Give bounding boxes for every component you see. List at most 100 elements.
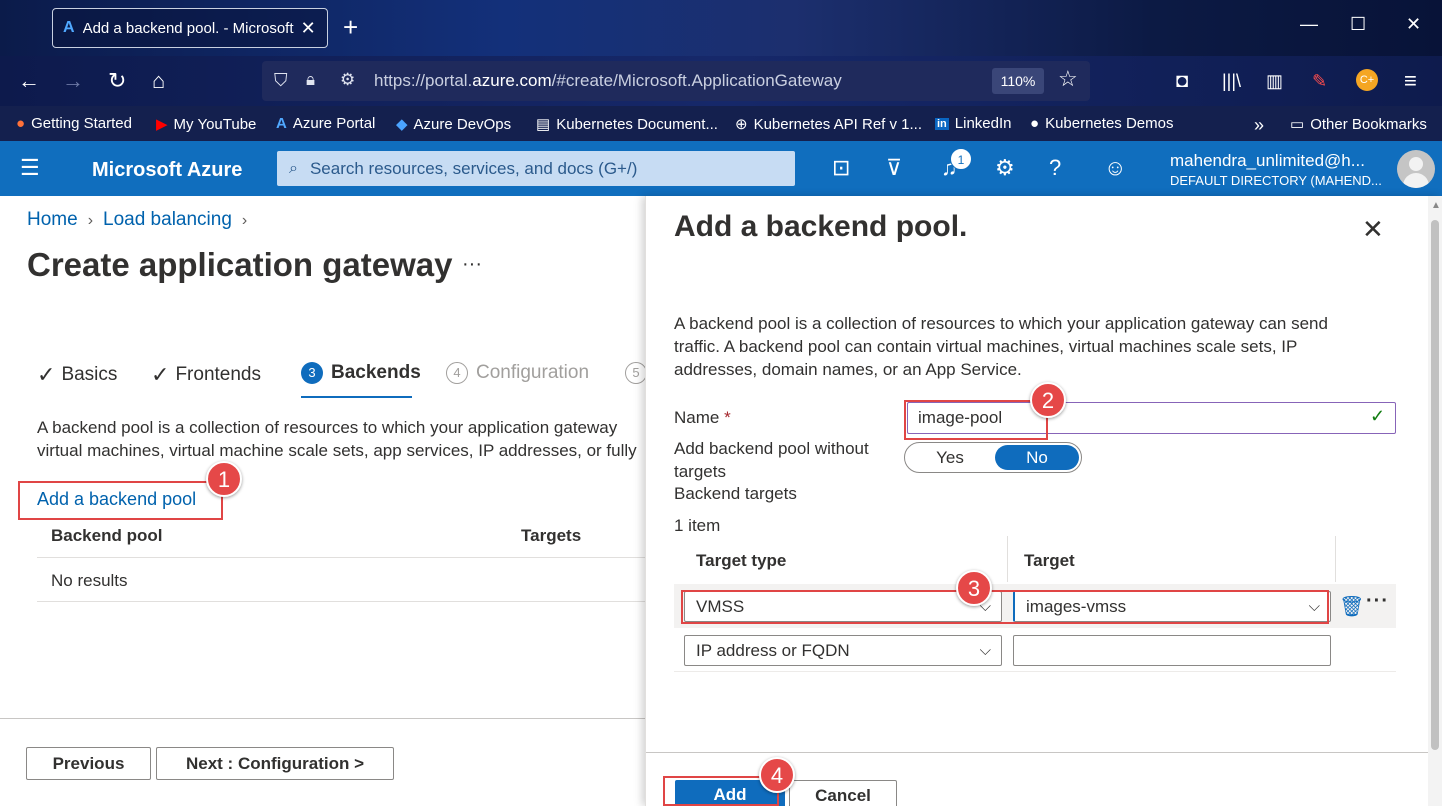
url-text[interactable]: https://portal.azure.com/#create/Microso… — [374, 71, 842, 91]
bookmark-star-icon[interactable]: ☆ — [1058, 66, 1078, 92]
chevron-down-icon: ⌵ — [1308, 598, 1320, 615]
extension-icon[interactable]: ✎ — [1312, 68, 1327, 94]
toggle-yes-option[interactable]: Yes — [908, 445, 992, 470]
more-options-icon[interactable]: ··· — [462, 253, 482, 276]
portal-menu-icon[interactable]: ☰ — [20, 155, 40, 181]
help-icon[interactable]: ? — [1049, 156, 1061, 180]
footer-divider — [0, 718, 645, 719]
search-icon: ⌕ — [289, 159, 298, 177]
previous-button[interactable]: Previous — [26, 747, 151, 780]
avatar[interactable] — [1397, 150, 1435, 188]
empty-results-text: No results — [51, 571, 128, 590]
linkedin-icon: in — [935, 117, 949, 130]
firefox-icon: ● — [16, 115, 26, 132]
menu-icon[interactable]: ≡ — [1404, 68, 1417, 94]
library-icon[interactable]: |||\ — [1222, 68, 1241, 94]
step-number-4: 4 — [446, 362, 468, 384]
maximize-button[interactable]: ☐ — [1350, 14, 1366, 35]
cancel-button[interactable]: Cancel — [789, 780, 897, 806]
account-info[interactable]: mahendra_unlimited@h... DEFAULT DIRECTOR… — [1170, 151, 1382, 188]
without-targets-label: Add backend pool without targets — [674, 439, 869, 481]
notification-count-badge: 1 — [950, 148, 972, 170]
pocket-icon[interactable]: ◘ — [1176, 68, 1188, 94]
reload-icon[interactable]: ↻ — [108, 68, 126, 94]
row-more-icon[interactable]: ··· — [1366, 590, 1389, 613]
shield-icon[interactable]: ⛉ — [274, 70, 288, 91]
callout-badge-1: 1 — [206, 461, 242, 497]
tab-configuration[interactable]: 4 Configuration — [446, 362, 589, 384]
breadcrumb-load-balancing[interactable]: Load balancing — [103, 209, 232, 230]
close-icon[interactable]: ✕ — [1362, 214, 1384, 245]
step-number-3: 3 — [301, 362, 323, 384]
brand-title[interactable]: Microsoft Azure — [92, 159, 242, 182]
bookmark-kubernetes-docs[interactable]: ▤ Kubernetes Document... — [536, 115, 718, 134]
breadcrumb: Home › Load balancing › — [27, 209, 257, 231]
feedback-icon[interactable]: ☺ — [1104, 156, 1126, 180]
bookmark-linkedin[interactable]: in LinkedIn — [935, 115, 1012, 132]
permissions-icon[interactable]: ⚙ — [340, 70, 355, 90]
without-targets-toggle[interactable]: Yes No — [904, 442, 1082, 473]
add-backend-pool-panel: Add a backend pool. ✕ A backend pool is … — [645, 196, 1442, 806]
chevron-right-icon: › — [241, 212, 248, 229]
column-header-target-type: Target type — [696, 551, 787, 570]
step-number-5: 5 — [625, 362, 647, 384]
lock-icon[interactable]: 🔒︎ — [306, 70, 315, 90]
target-type-dropdown[interactable]: VMSS ⌵ — [684, 591, 1002, 622]
target-type-dropdown[interactable]: IP address or FQDN ⌵ — [684, 635, 1002, 666]
new-tab-button[interactable]: + — [343, 12, 358, 42]
azure-header: ☰ Microsoft Azure ⌕ Search resources, se… — [0, 141, 1442, 196]
column-header-targets[interactable]: Targets — [521, 526, 581, 546]
bookmark-kubernetes-demos[interactable]: ● Kubernetes Demos — [1030, 115, 1173, 132]
delete-icon[interactable]: 🗑︎ — [1339, 594, 1364, 619]
home-icon[interactable]: ⌂ — [152, 68, 165, 94]
checkmark-icon: ✓ — [151, 362, 170, 387]
close-window-button[interactable]: ✕ — [1406, 14, 1421, 35]
tab-frontends[interactable]: ✓ Frontends — [151, 362, 261, 388]
add-backend-pool-link[interactable]: Add a backend pool — [37, 489, 196, 510]
tab-backends[interactable]: 3 Backends — [301, 362, 421, 384]
bookmark-azure-portal[interactable]: A Azure Portal — [276, 115, 375, 132]
breadcrumb-home[interactable]: Home — [27, 209, 78, 230]
settings-gear-icon[interactable]: ⚙ — [995, 156, 1015, 180]
checkmark-icon: ✓ — [37, 362, 56, 387]
cloud-shell-icon[interactable]: ⊡ — [832, 156, 850, 180]
url-bar[interactable]: ⛉ 🔒︎ ⚙ https://portal.azure.com/#create/… — [262, 61, 1090, 101]
zoom-level[interactable]: 110% — [992, 68, 1044, 94]
portal-search-input[interactable]: ⌕ Search resources, services, and docs (… — [277, 151, 795, 186]
tab-close-icon[interactable]: ✕ — [301, 18, 316, 39]
directory-filter-icon[interactable]: ⊽ — [886, 156, 902, 180]
backend-targets-label: Backend targets — [674, 484, 797, 503]
back-arrow-icon[interactable]: ← — [18, 68, 40, 94]
target-input[interactable] — [1013, 635, 1331, 666]
browser-tab[interactable]: A Add a backend pool. - Microsoft Azure … — [52, 8, 328, 48]
azure-icon: A — [276, 115, 287, 132]
table-row: IP address or FQDN ⌵ — [674, 628, 1396, 672]
tab-basics[interactable]: ✓ Basics — [37, 362, 117, 388]
panel-title: Add a backend pool. — [674, 210, 968, 243]
bookmark-getting-started[interactable]: ● Getting Started — [16, 115, 132, 132]
bookmarks-overflow-icon[interactable]: » — [1254, 115, 1264, 136]
forward-arrow-icon[interactable]: → — [62, 68, 84, 94]
devops-icon: ◆ — [396, 116, 408, 133]
bookmark-other-bookmarks[interactable]: ▭ Other Bookmarks — [1290, 115, 1427, 134]
panel-scrollbar[interactable]: ▲ — [1428, 196, 1442, 806]
page-title: Create application gateway — [27, 246, 453, 283]
valid-checkmark-icon: ✓ — [1370, 406, 1386, 426]
bookmark-azure-devops[interactable]: ◆ Azure DevOps — [396, 115, 511, 134]
target-dropdown[interactable]: images-vmss ⌵ — [1013, 591, 1331, 622]
extension-c-icon[interactable]: C+ — [1356, 69, 1378, 91]
bookmark-kubernetes-api[interactable]: ⊕ Kubernetes API Ref v 1... — [735, 115, 922, 134]
minimize-button[interactable]: — — [1300, 14, 1318, 35]
panel-footer-divider — [646, 752, 1442, 753]
next-configuration-button[interactable]: Next : Configuration > — [156, 747, 394, 780]
pool-name-input[interactable]: image-pool — [907, 402, 1396, 434]
globe-icon: ⊕ — [735, 116, 748, 133]
panel-description: A backend pool is a collection of resour… — [674, 314, 1328, 379]
column-header-backend-pool[interactable]: Backend pool — [51, 526, 162, 546]
column-header-target: Target — [1024, 551, 1075, 570]
azure-icon: A — [63, 19, 75, 36]
toggle-no-option[interactable]: No — [995, 445, 1079, 470]
chevron-right-icon: › — [87, 212, 94, 229]
sidebar-icon[interactable]: ▥ — [1266, 68, 1283, 94]
bookmark-my-youtube[interactable]: ▶ My YouTube — [156, 115, 256, 134]
